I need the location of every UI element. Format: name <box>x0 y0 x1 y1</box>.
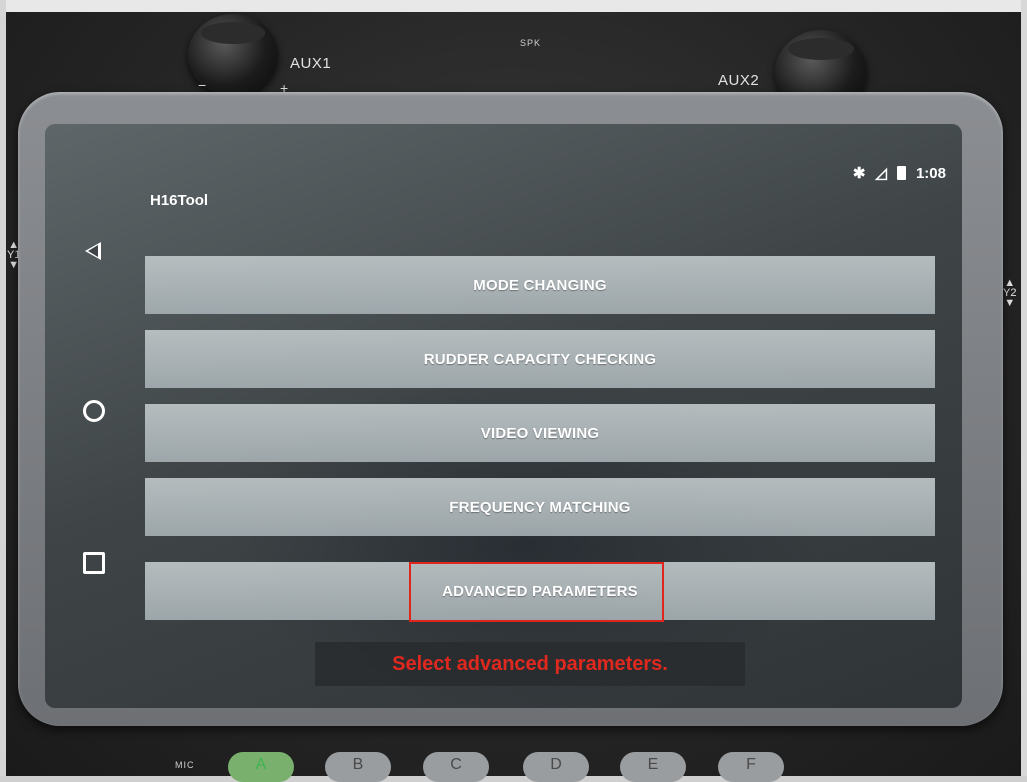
highlight-box <box>409 562 664 622</box>
mode-changing-button[interactable]: MODE CHANGING <box>145 256 935 314</box>
hardware-button-c[interactable]: C <box>423 752 489 782</box>
android-screen: ✱ ◿ 1:08 H16Tool MODE CHANGING RUDDER CA… <box>45 124 962 708</box>
photo-top-edge <box>0 0 1027 12</box>
speaker-label: SPK <box>520 38 542 48</box>
aux1-label: AUX1 <box>290 55 332 72</box>
status-bar: ✱ ◿ 1:08 <box>852 164 946 183</box>
hardware-button-e[interactable]: E <box>620 752 686 782</box>
remote-controller-body: AUX1 − + AUX2 − + SPK ▲Y1▼ ▲Y2▼ ✱ ◿ 1:08… <box>0 0 1027 782</box>
signal-icon: ◿ <box>875 165 887 182</box>
battery-icon <box>896 166 906 180</box>
hardware-button-a[interactable]: A <box>228 752 294 782</box>
video-viewing-button[interactable]: VIDEO VIEWING <box>145 404 935 462</box>
aux2-label: AUX2 <box>718 72 760 89</box>
stick-y2-label: Y2 <box>1003 287 1017 299</box>
bluetooth-icon: ✱ <box>852 165 866 182</box>
photo-right-edge <box>1021 0 1027 776</box>
rudder-capacity-checking-button[interactable]: RUDDER CAPACITY CHECKING <box>145 330 935 388</box>
hardware-button-f[interactable]: F <box>718 752 784 782</box>
frequency-matching-button[interactable]: FREQUENCY MATCHING <box>145 478 935 536</box>
app-title: H16Tool <box>150 192 209 209</box>
mic-label: MIC <box>175 760 195 770</box>
stick-y2-indicator: ▲ Y2 ▼ <box>1003 277 1017 309</box>
instruction-caption: Select advanced parameters. <box>315 642 745 686</box>
recent-square-icon[interactable] <box>83 552 105 574</box>
hardware-button-b[interactable]: B <box>325 752 391 782</box>
back-triangle-icon[interactable] <box>85 242 101 260</box>
aux1-minus: − <box>198 77 207 93</box>
home-circle-icon[interactable] <box>83 400 105 422</box>
clock-time: 1:08 <box>915 164 946 182</box>
photo-left-edge <box>0 0 6 776</box>
hardware-button-d[interactable]: D <box>523 752 589 782</box>
